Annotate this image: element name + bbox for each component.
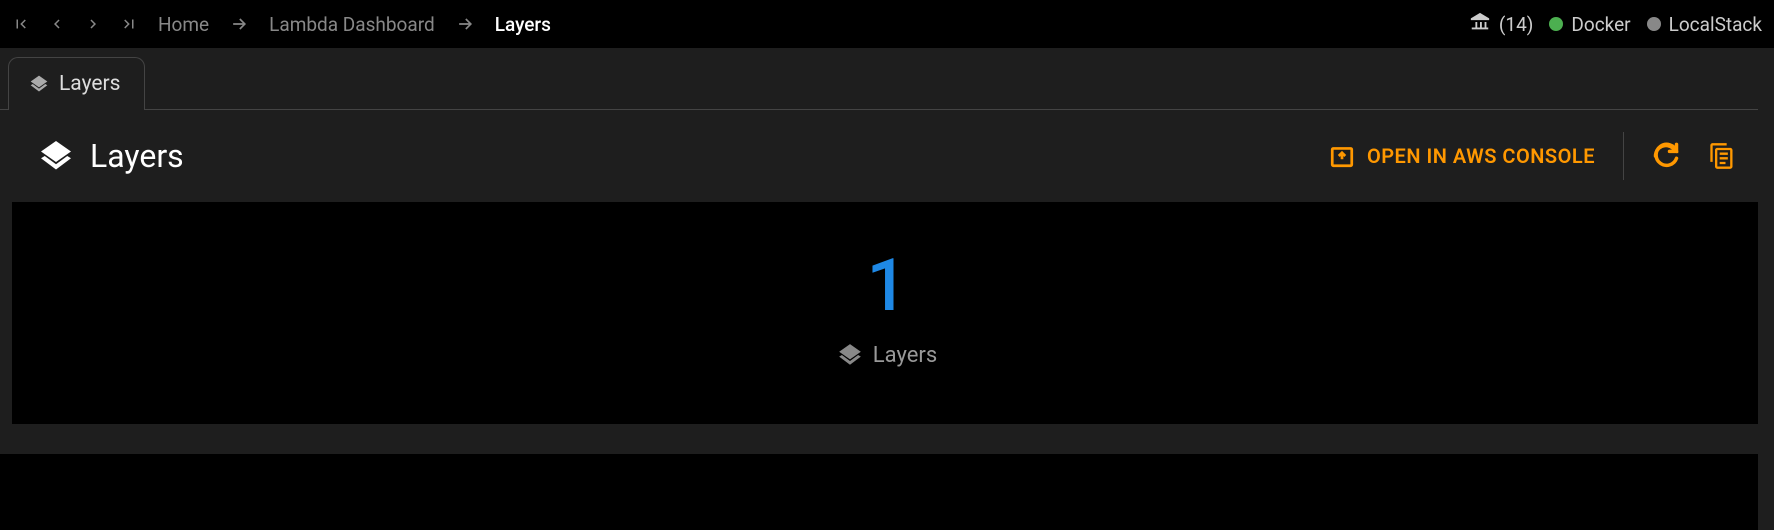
header-actions: OPEN IN AWS CONSOLE — [1329, 132, 1736, 180]
top-navigation: Home Lambda Dashboard Layers (14) Docker… — [0, 0, 1774, 48]
spacer — [0, 424, 1774, 454]
breadcrumb-home[interactable]: Home — [158, 13, 209, 36]
bank-icon — [1469, 11, 1491, 38]
status-dot-green-icon — [1549, 17, 1563, 31]
layers-icon — [837, 342, 863, 368]
open-aws-console-button[interactable]: OPEN IN AWS CONSOLE — [1329, 143, 1595, 169]
nav-back-icon[interactable] — [48, 15, 66, 33]
layers-icon — [29, 74, 49, 94]
status-localstack-label: LocalStack — [1669, 13, 1762, 36]
tab-bar: Layers — [0, 48, 1774, 110]
scrollbar[interactable] — [1758, 48, 1774, 530]
nav-forward-icon[interactable] — [84, 15, 102, 33]
breadcrumb-current: Layers — [495, 13, 551, 36]
page-header: Layers OPEN IN AWS CONSOLE — [0, 110, 1774, 202]
status-count-label: (14) — [1499, 13, 1533, 36]
aws-console-label: OPEN IN AWS CONSOLE — [1367, 144, 1595, 168]
status-area: (14) Docker LocalStack — [1469, 11, 1762, 38]
page-title-group: Layers — [38, 137, 184, 175]
chevron-right-icon — [229, 14, 249, 34]
stat-label: Layers — [873, 343, 937, 368]
nav-last-icon[interactable] — [120, 15, 138, 33]
tab-layers[interactable]: Layers — [8, 57, 145, 110]
stat-card-layers[interactable]: 1 Layers — [12, 202, 1762, 424]
breadcrumb-dashboard[interactable]: Lambda Dashboard — [269, 13, 435, 36]
status-dot-gray-icon — [1647, 17, 1661, 31]
page-title: Layers — [90, 137, 184, 175]
breadcrumb: Home Lambda Dashboard Layers — [158, 13, 1469, 36]
tab-label: Layers — [59, 72, 120, 96]
nav-first-icon[interactable] — [12, 15, 30, 33]
layers-icon — [38, 138, 74, 174]
divider — [1623, 132, 1624, 180]
copy-view-button[interactable] — [1708, 142, 1736, 170]
status-region-count[interactable]: (14) — [1469, 11, 1533, 38]
status-docker-label: Docker — [1571, 13, 1630, 36]
nav-arrows — [12, 15, 138, 33]
stat-count: 1 — [867, 250, 908, 322]
status-localstack[interactable]: LocalStack — [1647, 13, 1762, 36]
status-docker[interactable]: Docker — [1549, 13, 1630, 36]
stat-label-group: Layers — [837, 342, 937, 368]
content-area: 1 Layers — [0, 202, 1774, 424]
refresh-button[interactable] — [1652, 142, 1680, 170]
chevron-right-icon — [455, 14, 475, 34]
